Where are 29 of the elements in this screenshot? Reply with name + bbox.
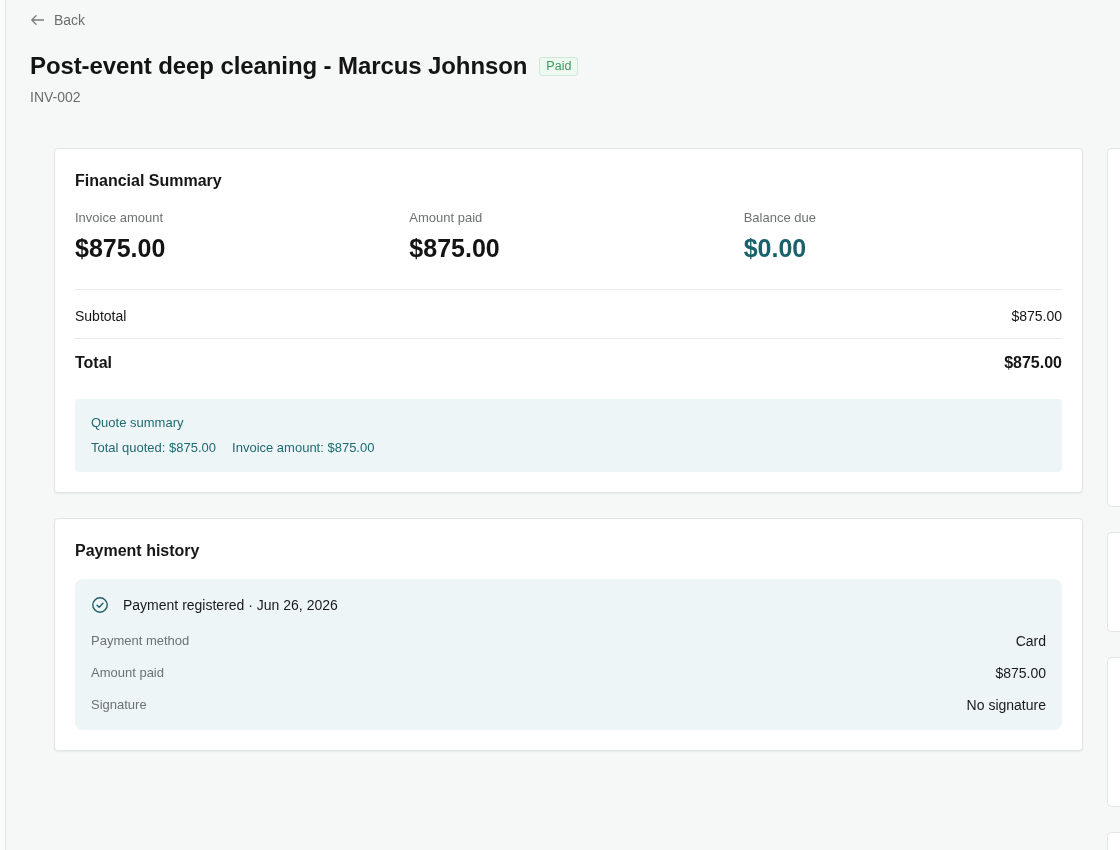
- detail-label: Signature: [91, 696, 147, 714]
- metric-label: Invoice amount: [75, 209, 164, 227]
- card-title: Payment history: [75, 541, 200, 561]
- line-label: Total: [75, 353, 113, 373]
- detail-label: Amount paid: [91, 664, 164, 682]
- back-link[interactable]: Back: [30, 10, 86, 30]
- invoice-number: INV-002: [30, 88, 81, 107]
- side-card: [1107, 832, 1120, 850]
- detail-label: Payment method: [91, 632, 190, 650]
- payment-heading: Payment registered · Jun 26, 2026: [123, 596, 338, 615]
- quote-summary-item: Total quoted: $875.00: [91, 439, 217, 457]
- line-value: $875.00: [1004, 353, 1062, 373]
- line-value: $875.00: [1011, 307, 1062, 326]
- metric-value: $875.00: [75, 233, 166, 263]
- metric-value: $0.00: [743, 233, 807, 263]
- status-badge: Paid: [539, 57, 579, 76]
- check-circle-icon: [92, 597, 108, 613]
- quote-summary-item: Invoice amount: $875.00: [232, 439, 375, 457]
- detail-value: $875.00: [995, 664, 1046, 683]
- metric-value: $875.00: [409, 233, 500, 263]
- line-label: Subtotal: [75, 307, 127, 326]
- page-title: Post-event deep cleaning - Marcus Johnson: [30, 51, 528, 81]
- metric-label: Amount paid: [409, 209, 483, 227]
- back-arrow-icon: [31, 15, 44, 25]
- card-title: Financial Summary: [75, 171, 222, 191]
- metric-label: Balance due: [743, 209, 816, 227]
- detail-value: No signature: [966, 696, 1046, 715]
- detail-value: Card: [1015, 632, 1046, 651]
- quote-summary-title: Quote summary: [91, 414, 184, 432]
